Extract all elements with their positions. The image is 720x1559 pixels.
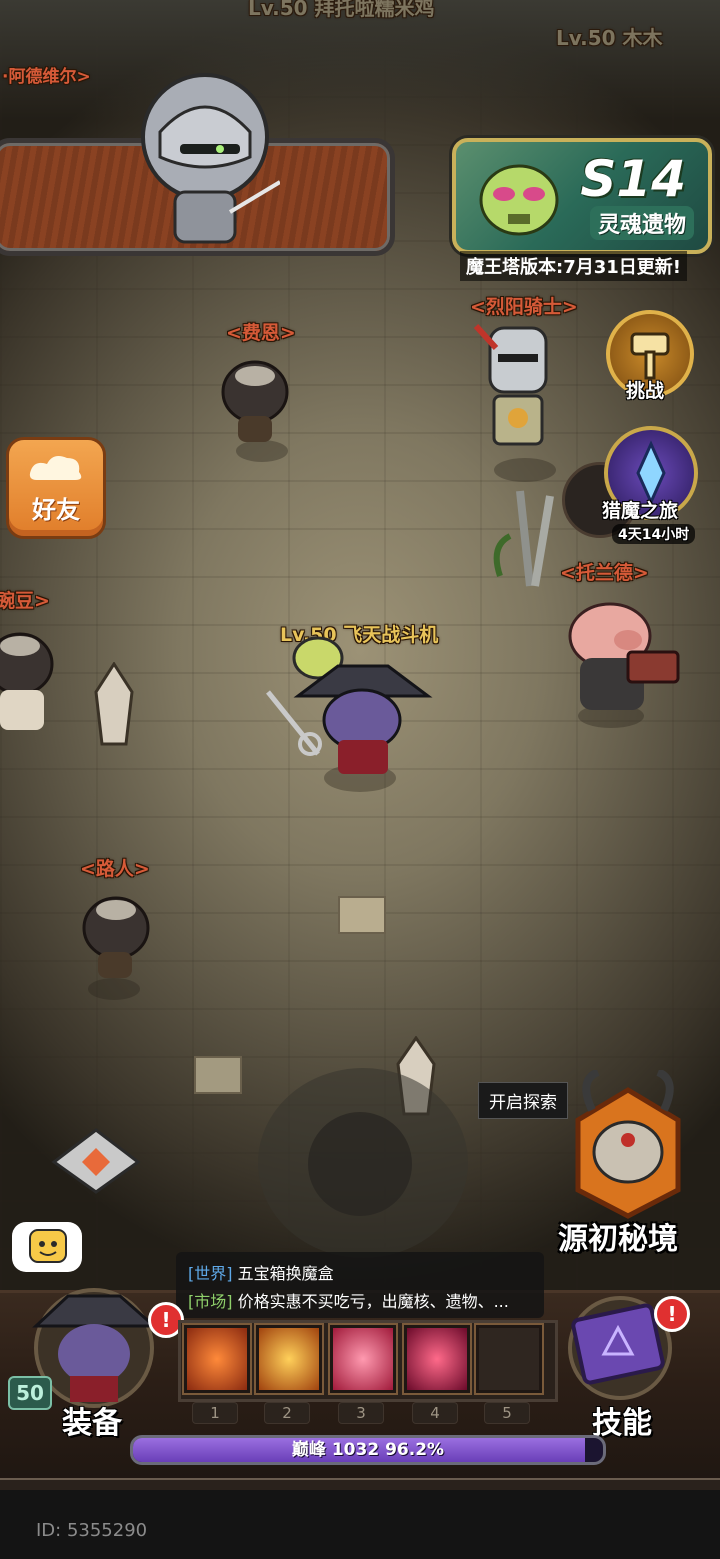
cloud-icon [29, 456, 82, 480]
smile-icon [29, 1229, 67, 1263]
origin-realm-label[interactable]: 源初秘境 [558, 1214, 678, 1258]
explore-tooltip: 开启探索 [478, 1082, 568, 1119]
npc-tolande-sprite[interactable] [540, 594, 690, 718]
player-name-top: Lv.50 拜托啦糯米鸡 [248, 0, 435, 20]
chat-line: [市场] 价格实惠不买吃亏，出魔核、遗物、... [188, 1288, 509, 1312]
skill-alert-badge: ! [654, 1296, 690, 1332]
crystal-shard [94, 662, 134, 746]
npc-sun-knight-sprite[interactable] [456, 318, 576, 468]
player-sprite[interactable] [258, 636, 448, 786]
player-name-top-right: Lv.50 木木 [556, 26, 663, 50]
hunt-timer: 4天14小时 [612, 524, 696, 544]
slot-number: 1 [192, 1402, 238, 1424]
slot-number: 4 [412, 1402, 458, 1424]
friends-label: 好友 [32, 496, 80, 524]
knight-icon [141, 73, 280, 244]
skill-label[interactable]: 技能 [592, 1398, 652, 1442]
npc-name-passerby: <路人> [80, 858, 150, 880]
origin-realm-icon[interactable] [568, 1070, 688, 1220]
exp-text: 巅峰 1032 96.2% [291, 1440, 445, 1460]
chat-tag-world: [世界] [188, 1264, 233, 1283]
waypoint-icon[interactable] [48, 1126, 144, 1196]
slot-number: 5 [484, 1402, 530, 1424]
npc-passerby-sprite[interactable] [76, 888, 166, 988]
skill-slot-3[interactable] [330, 1325, 396, 1393]
floor-block [194, 1056, 242, 1094]
exp-bar: 巅峰 1032 96.2% [130, 1435, 606, 1465]
npc-name-top-left: ·阿德维尔> [2, 67, 91, 87]
skill-slot-2[interactable] [256, 1325, 322, 1393]
game-stage[interactable]: Lv.50 拜托啦糯米鸡 Lv.50 木木 ·阿德维尔> S14 灵魂遗物 魔王… [0, 0, 720, 1559]
event-title: S14 [580, 150, 686, 208]
emoji-button[interactable] [12, 1222, 82, 1272]
npc-name-sun-knight: <烈阳骑士> [470, 296, 578, 318]
npc-feien-sprite[interactable] [210, 350, 300, 450]
skull-boss-icon [479, 164, 559, 236]
npc-name-feien: <费恩> [226, 322, 296, 344]
chat-text: 价格实惠不买吃亏，出魔核、遗物、... [237, 1292, 509, 1311]
level-badge: 50 [8, 1376, 52, 1410]
challenge-label: 挑战 [626, 380, 665, 402]
chat-text: 五宝箱换魔盒 [237, 1264, 334, 1283]
npc-name-tolande: <托兰德> [560, 562, 649, 584]
equip-label[interactable]: 装备 [62, 1398, 122, 1442]
slot-number: 2 [264, 1402, 310, 1424]
joystick-knob[interactable] [308, 1112, 412, 1216]
skill-slot-4[interactable] [404, 1325, 470, 1393]
skill-slot-1[interactable] [184, 1325, 250, 1393]
hunt-journey-label: 猎魔之旅 [602, 500, 679, 522]
chat-box[interactable]: [世界] 五宝箱换魔盒 [市场] 价格实惠不买吃亏，出魔核、遗物、... [176, 1252, 544, 1318]
player-id: ID: 5355290 [36, 1520, 148, 1541]
update-notice: 魔王塔版本:7月31日更新! [460, 251, 687, 281]
npc-name-pea: 豌豆> [0, 590, 50, 612]
event-banner-s14[interactable]: S14 灵魂遗物 [452, 138, 712, 254]
friends-button[interactable]: 好友 [6, 437, 106, 539]
chat-tag-market: [市场] [188, 1292, 233, 1311]
slot-number: 3 [338, 1402, 384, 1424]
floor-block [338, 896, 386, 934]
skill-slot-5[interactable] [476, 1325, 542, 1393]
event-subtitle: 灵魂遗物 [589, 206, 694, 240]
chat-line: [世界] 五宝箱换魔盒 [188, 1260, 334, 1284]
npc-pea-sprite[interactable] [0, 620, 70, 740]
